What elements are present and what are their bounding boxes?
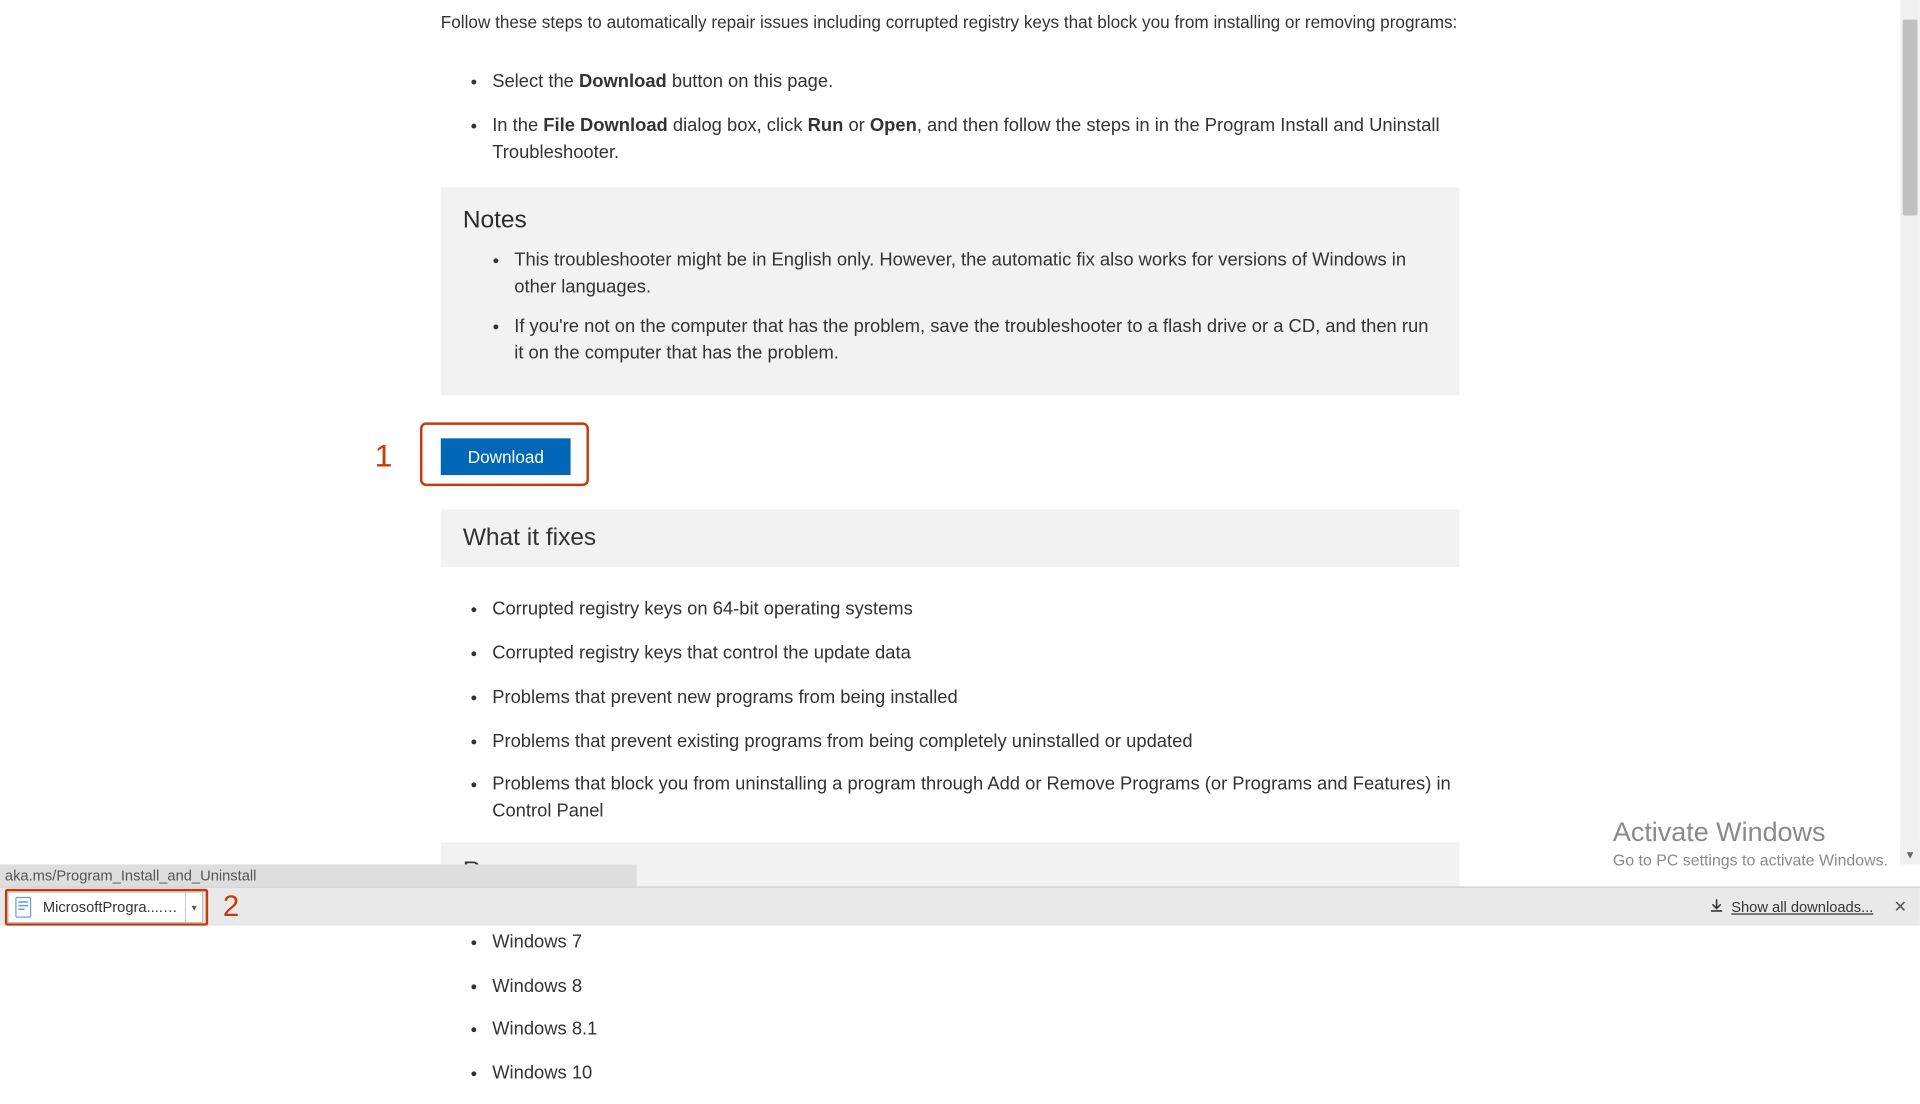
list-item: If you're not on the computer that has t… <box>512 313 1438 366</box>
annotation-number-1: 1 <box>375 437 393 475</box>
file-icon <box>13 896 35 918</box>
section-title: What it fixes <box>463 524 1438 552</box>
list-item: Windows 8.1 <box>490 1017 1460 1044</box>
status-bar-url: aka.ms/Program_Install_and_Uninstall <box>0 864 637 886</box>
downloaded-file-chip[interactable]: MicrosoftProgra....diagcab ▾ <box>7 891 203 923</box>
scrollbar-thumb[interactable] <box>1903 20 1918 216</box>
watermark-title: Activate Windows <box>1613 817 1888 849</box>
annotation-number-2: 2 <box>223 890 239 924</box>
vertical-scrollbar[interactable]: ▼ <box>1900 0 1920 864</box>
list-item: Problems that prevent new programs from … <box>490 684 1460 711</box>
list-item: Corrupted registry keys that control the… <box>490 640 1460 667</box>
list-item: This troubleshooter might be in English … <box>512 248 1438 301</box>
watermark-subtitle: Go to PC settings to activate Windows. <box>1613 851 1888 869</box>
article-content: Follow these steps to automatically repa… <box>441 0 1460 1104</box>
list-item: Corrupted registry keys on 64-bit operat… <box>490 597 1460 624</box>
step-item: In the File Download dialog box, click R… <box>490 112 1460 165</box>
scrollbar-down-arrow-icon[interactable]: ▼ <box>1900 845 1920 865</box>
list-item: Problems that prevent existing programs … <box>490 728 1460 755</box>
download-button[interactable]: Download <box>441 439 571 476</box>
download-arrow-icon <box>1709 898 1724 916</box>
runs-on-list: Windows 7 Windows 8 Windows 8.1 Windows … <box>441 929 1460 1087</box>
downloads-shelf: 2 MicrosoftProgra....diagcab ▾ Show all … <box>0 886 1920 925</box>
what-it-fixes-header: What it fixes <box>441 510 1460 568</box>
list-item: Windows 7 <box>490 929 1460 956</box>
downloaded-file-name: MicrosoftProgra....diagcab <box>43 899 185 916</box>
show-all-downloads-link[interactable]: Show all downloads... <box>1709 898 1873 916</box>
notes-panel: Notes This troubleshooter might be in En… <box>441 188 1460 396</box>
intro-text: Follow these steps to automatically repa… <box>441 0 1460 39</box>
notes-list: This troubleshooter might be in English … <box>512 248 1438 367</box>
list-item: Problems that block you from uninstallin… <box>490 772 1460 825</box>
what-it-fixes-list: Corrupted registry keys on 64-bit operat… <box>441 597 1460 825</box>
step-item: Select the Download button on this page. <box>490 69 1460 96</box>
download-row: 1 Download <box>441 425 1460 492</box>
list-item: Windows 10 <box>490 1060 1460 1087</box>
activate-windows-watermark: Activate Windows Go to PC settings to ac… <box>1613 817 1888 870</box>
close-shelf-button[interactable]: ✕ <box>1890 897 1910 917</box>
show-all-downloads-label: Show all downloads... <box>1731 899 1873 916</box>
chevron-down-icon[interactable]: ▾ <box>185 893 202 922</box>
list-item: Windows 8 <box>490 973 1460 1000</box>
steps-list: Select the Download button on this page.… <box>490 69 1460 166</box>
notes-title: Notes <box>463 207 1438 235</box>
